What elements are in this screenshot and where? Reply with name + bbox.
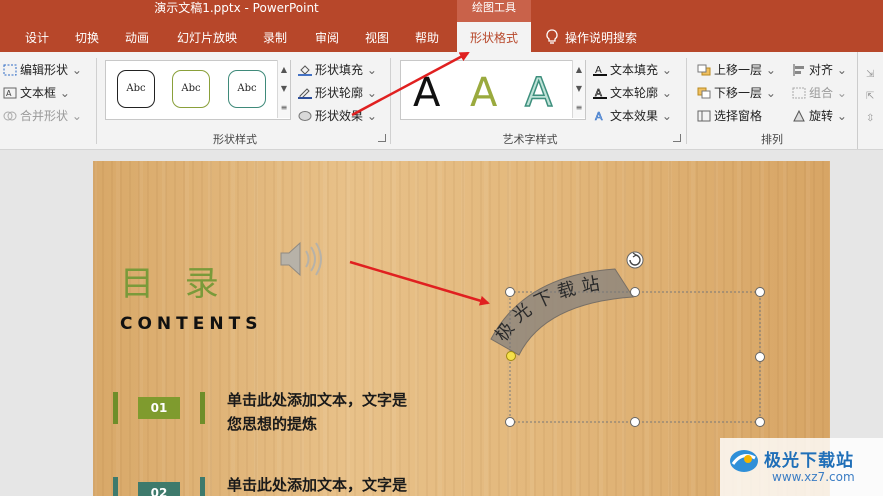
tab-record[interactable]: 录制 bbox=[263, 22, 287, 52]
wordart-styles-group-label: 艺术字样式 bbox=[502, 133, 558, 146]
shape-style-gallery-scroll[interactable]: ▲ ▼ ≡ bbox=[277, 60, 290, 118]
item-01-number[interactable]: 01 bbox=[138, 397, 180, 419]
slide-heading[interactable]: 目 录 bbox=[120, 256, 229, 305]
align-button[interactable]: 对齐 ⌄ bbox=[792, 61, 847, 78]
bring-forward-button[interactable]: 上移一层 ⌄ bbox=[697, 61, 776, 78]
bring-forward-icon bbox=[697, 64, 711, 76]
text-fill-icon: A bbox=[593, 65, 607, 76]
paint-bucket-icon bbox=[298, 65, 312, 76]
tab-view[interactable]: 视图 bbox=[365, 22, 389, 52]
shape-style-teal[interactable]: Abc bbox=[228, 70, 266, 108]
text-fill-button[interactable]: A 文本填充 ⌄ bbox=[593, 61, 672, 78]
resize-handle-bottom-left[interactable] bbox=[505, 417, 515, 427]
adjustment-handle[interactable] bbox=[506, 351, 516, 361]
merge-shapes-button[interactable]: 合并形状 ⌄ bbox=[3, 107, 82, 124]
group-divider bbox=[390, 58, 391, 144]
shape-style-black[interactable]: Abc bbox=[117, 70, 155, 108]
svg-text:A: A bbox=[595, 110, 603, 122]
text-box-button[interactable]: A 文本框 ⌄ bbox=[3, 84, 70, 101]
item-02-right-bracket bbox=[200, 477, 205, 496]
selection-pane-icon bbox=[697, 110, 711, 122]
item-01-left-bracket bbox=[113, 392, 118, 424]
shape-effects-button[interactable]: 形状效果 ⌄ bbox=[298, 107, 377, 124]
shape-effects-icon bbox=[298, 111, 312, 121]
text-outline-icon: A bbox=[593, 88, 607, 99]
watermark: 极光下载站 www.xz7.com bbox=[720, 438, 883, 496]
send-backward-icon bbox=[697, 87, 711, 99]
group-button[interactable]: 组合 ⌄ bbox=[792, 84, 847, 101]
arrange-group-label: 排列 bbox=[761, 133, 783, 146]
tell-me-label: 操作说明搜索 bbox=[565, 31, 638, 45]
resize-handle-bottom-right[interactable] bbox=[755, 417, 765, 427]
lightbulb-icon bbox=[546, 29, 558, 44]
tab-slideshow[interactable]: 幻灯片放映 bbox=[177, 22, 237, 52]
drawing-tools-context-label: 绘图工具 bbox=[457, 0, 531, 22]
shape-outline-button[interactable]: 形状轮廓 ⌄ bbox=[298, 84, 377, 101]
edit-shape-button[interactable]: 编辑形状 ⌄ bbox=[3, 61, 82, 78]
watermark-url: www.xz7.com bbox=[772, 470, 855, 484]
wordart-style-teal-outline[interactable]: A bbox=[524, 72, 553, 114]
text-box-icon: A bbox=[3, 87, 17, 99]
slide-subheading[interactable]: CONTENTS bbox=[120, 314, 262, 334]
text-effects-button[interactable]: A 文本效果 ⌄ bbox=[593, 107, 672, 124]
resize-handle-top-right[interactable] bbox=[755, 287, 765, 297]
selection-pane-button[interactable]: 选择窗格 bbox=[697, 107, 762, 124]
item-02-text[interactable]: 单击此处添加文本，文字是 bbox=[227, 473, 407, 496]
send-backward-button[interactable]: 下移一层 ⌄ bbox=[697, 84, 776, 101]
watermark-logo bbox=[730, 450, 758, 472]
resize-handle-top-left[interactable] bbox=[505, 287, 515, 297]
item-01-right-bracket bbox=[200, 392, 205, 424]
tab-shape-format[interactable]: 形状格式 bbox=[457, 22, 531, 53]
rotate-handle-icon[interactable] bbox=[626, 251, 644, 269]
tab-review[interactable]: 审阅 bbox=[315, 22, 339, 52]
item-01-text[interactable]: 单击此处添加文本，文字是 您思想的提炼 bbox=[227, 388, 407, 436]
shape-style-olive[interactable]: Abc bbox=[172, 70, 210, 108]
ribbon-overflow-area: ⇲ ⇱ ⇳ bbox=[857, 52, 883, 149]
item-01-text-line2: 您思想的提炼 bbox=[227, 415, 318, 433]
merge-shapes-icon bbox=[3, 111, 17, 121]
item-02-left-bracket bbox=[113, 477, 118, 496]
group-divider bbox=[96, 58, 97, 144]
rotate-icon bbox=[793, 110, 805, 122]
text-effects-icon: A bbox=[595, 110, 604, 122]
resize-handle-bottom[interactable] bbox=[630, 417, 640, 427]
group-icon bbox=[792, 87, 806, 99]
tell-me-search[interactable]: 操作说明搜索 bbox=[545, 22, 637, 52]
wordart-style-black[interactable]: A bbox=[413, 73, 440, 113]
tab-design[interactable]: 设计 bbox=[25, 22, 49, 52]
wordart-styles-dialog-launcher[interactable] bbox=[673, 134, 681, 142]
edit-shape-icon bbox=[3, 64, 17, 76]
svg-text:A: A bbox=[6, 89, 12, 98]
resize-handle-right[interactable] bbox=[755, 352, 765, 362]
watermark-name: 极光下载站 bbox=[764, 451, 854, 471]
shape-styles-dialog-launcher[interactable] bbox=[378, 134, 386, 142]
tab-animations[interactable]: 动画 bbox=[125, 22, 149, 52]
align-icon bbox=[793, 64, 804, 76]
window-title: 演示文稿1.pptx - PowerPoint bbox=[154, 1, 319, 15]
selected-wordart-shape[interactable]: 极光下载站 bbox=[473, 251, 773, 431]
resize-handle-top[interactable] bbox=[630, 287, 640, 297]
shape-styles-group-label: 形状样式 bbox=[213, 133, 257, 146]
wordart-style-olive[interactable]: A bbox=[470, 73, 497, 113]
item-02-number[interactable]: 02 bbox=[138, 482, 180, 496]
wordart-gallery-scroll[interactable]: ▲ ▼ ≡ bbox=[572, 60, 585, 118]
group-divider bbox=[686, 58, 687, 144]
shape-fill-button[interactable]: 形状填充 ⌄ bbox=[298, 61, 377, 78]
text-outline-button[interactable]: A 文本轮廓 ⌄ bbox=[593, 84, 672, 101]
item-01-text-line1: 单击此处添加文本，文字是 bbox=[227, 391, 408, 409]
audio-speaker-icon[interactable] bbox=[278, 239, 324, 279]
tab-help[interactable]: 帮助 bbox=[415, 22, 439, 52]
pen-icon bbox=[298, 88, 312, 99]
tab-transitions[interactable]: 切换 bbox=[75, 22, 99, 52]
rotate-button[interactable]: 旋转 ⌄ bbox=[792, 107, 847, 124]
